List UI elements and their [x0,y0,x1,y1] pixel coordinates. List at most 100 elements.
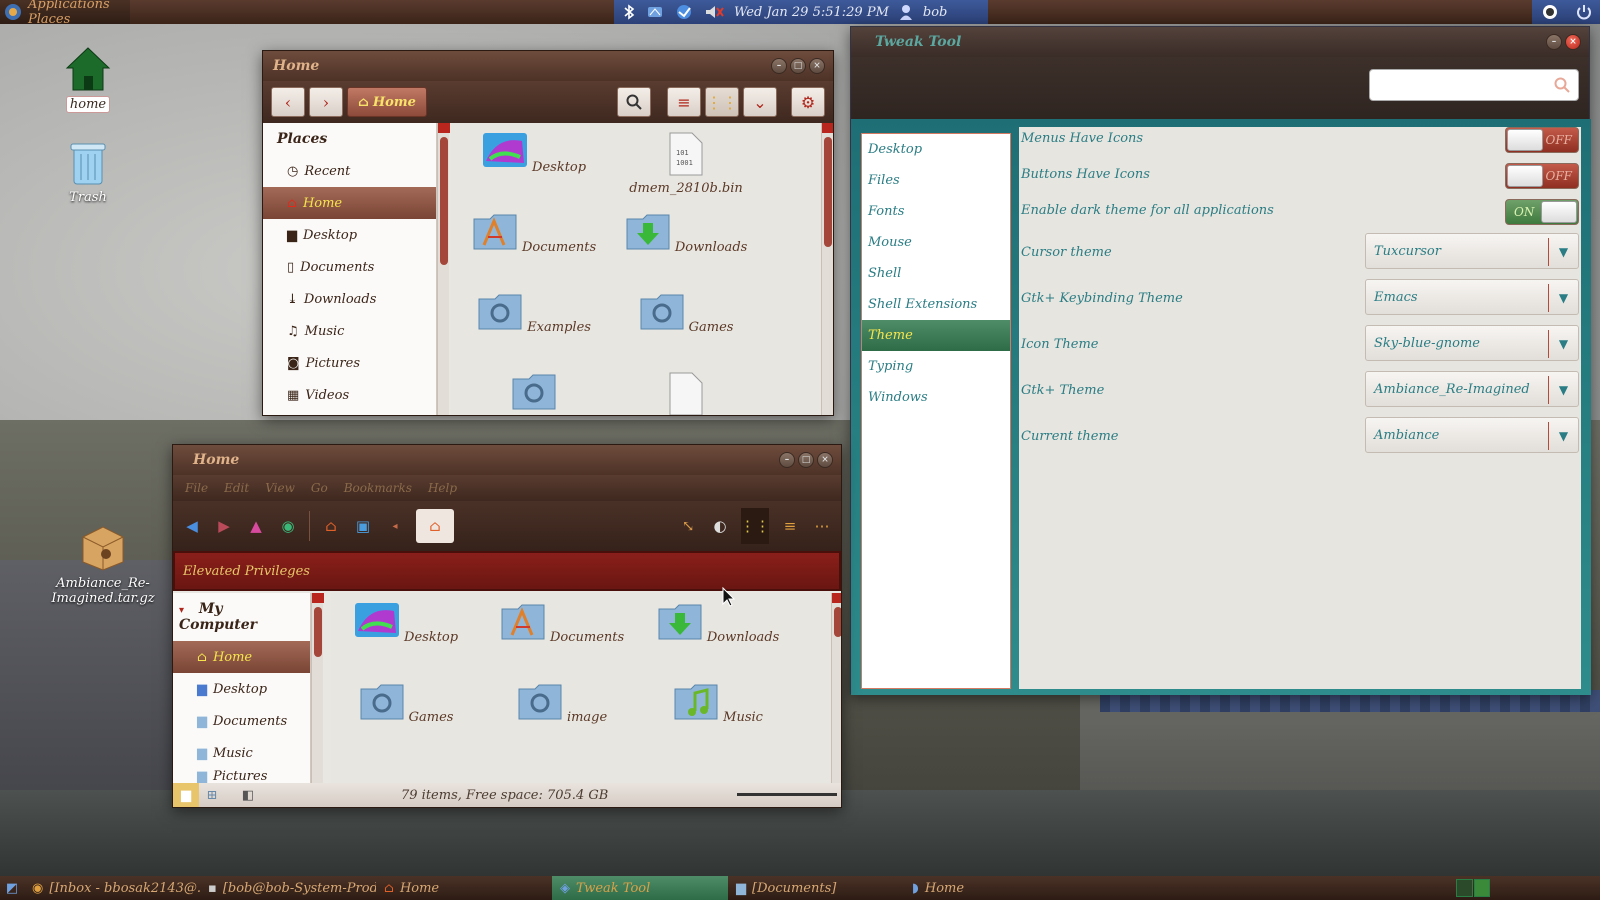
taskbar-item-active[interactable]: ◈ Tweak Tool [552,876,728,900]
sidebar-item-pictures[interactable]: ◙ Pictures [263,347,436,379]
minimize-button[interactable]: – [1546,34,1562,50]
sidebar-item-home[interactable]: ⌂ Home [263,187,436,219]
list-view-button[interactable]: ≡ [667,87,701,117]
gtk-theme-combo[interactable]: Ambiance_Re-Imagined ▼ [1365,371,1579,407]
icon-theme-combo[interactable]: Sky-blue-gnome ▼ [1365,325,1579,361]
file-item[interactable] [459,371,609,415]
file-item[interactable]: Games [331,681,481,725]
cursor-theme-combo[interactable]: Tuxcursor ▼ [1365,233,1579,269]
menu-go[interactable]: Go [311,481,328,495]
sidebar-item-videos[interactable]: ▦ Videos [263,379,436,411]
grid-view-button[interactable]: ⋮⋮ [705,87,739,117]
home-button[interactable]: ⌂ [320,515,342,537]
taskbar-item[interactable]: ▪ [bob@bob-System-Prod... [200,876,376,900]
sidebar-header[interactable]: ▾ My Computer [173,593,310,641]
up-button[interactable]: ▲ [245,515,267,537]
file-item[interactable]: Desktop [331,601,481,645]
file-item[interactable]: Games [611,291,761,335]
file-view-scrollbar[interactable] [831,593,841,785]
path-home-button[interactable]: ⌂ Home [347,87,427,117]
category-shell[interactable]: Shell [862,258,1010,289]
file-item[interactable]: Downloads [611,211,761,255]
menu-button[interactable]: ⚙ [791,87,825,117]
dark-theme-toggle[interactable]: ON [1505,199,1579,225]
forward-button[interactable]: ▶ [213,515,235,537]
icon-view-button[interactable]: ⋮⋮ [740,508,770,544]
menu-bookmarks[interactable]: Bookmarks [344,481,412,495]
zoom-slider[interactable] [737,793,837,796]
category-desktop[interactable]: Desktop [862,134,1010,165]
file-item[interactable]: Music [643,681,793,725]
taskbar-item[interactable]: ⌂ Home [376,876,552,900]
category-theme[interactable]: Theme [862,320,1010,351]
path-home-button[interactable]: ⌂ [416,509,454,543]
sidebar-item-documents[interactable]: ▯ Documents [263,251,436,283]
sidebar-toggle-icon[interactable]: ◧ [235,783,261,807]
buttons-icons-toggle[interactable]: OFF [1505,163,1579,189]
category-files[interactable]: Files [862,165,1010,196]
maximize-button[interactable]: □ [798,452,814,468]
search-field[interactable] [1369,69,1579,101]
close-button[interactable]: × [1565,34,1581,50]
file-item[interactable]: image [487,681,637,725]
back-button[interactable]: ‹ [271,87,305,117]
menu-view[interactable]: View [265,481,295,495]
taskbar-item[interactable]: ▆ [Documents] [728,876,904,900]
list-view-button[interactable]: ≡ [779,515,801,537]
sidebar-scrollbar[interactable] [437,123,450,415]
forward-button[interactable]: › [309,87,343,117]
workspace-switcher[interactable] [1456,879,1490,897]
file-item[interactable]: Desktop [459,131,609,175]
sidebar-item-home[interactable]: ⌂ Home [173,641,310,673]
sidebar-item-music[interactable]: ▆ Music [173,737,310,769]
current-theme-combo[interactable]: Ambiance ▼ [1365,417,1579,453]
sidebar-item-downloads[interactable]: ⤓ Downloads [263,283,436,315]
user-name[interactable]: bob [923,5,947,20]
computer-button[interactable]: ▣ [352,515,374,537]
category-windows[interactable]: Windows [862,382,1010,413]
caja-titlebar[interactable]: Home – □ × [173,445,841,475]
folder-icon[interactable]: ▆ [173,783,199,807]
close-button[interactable]: × [809,58,825,74]
minimize-button[interactable]: – [779,452,795,468]
sidebar-scrollbar[interactable] [311,593,324,785]
nautilus-titlebar[interactable]: Home – □ × [263,51,833,81]
menu-file[interactable]: File [185,481,208,495]
updates-icon[interactable] [674,4,694,20]
menu-help[interactable]: Help [428,481,457,495]
category-fonts[interactable]: Fonts [862,196,1010,227]
taskbar-item[interactable]: ◗ Home [904,876,1080,900]
sidebar-item-music[interactable]: ♫ Music [263,315,436,347]
desktop-icon-trash[interactable]: Trash [38,140,138,205]
tweak-titlebar[interactable]: Tweak Tool – × [851,27,1589,57]
keybinding-theme-combo[interactable]: Emacs ▼ [1365,279,1579,315]
show-desktop-icon[interactable]: ◩ [0,881,24,896]
category-mouse[interactable]: Mouse [862,227,1010,258]
file-item[interactable]: Examples [459,291,609,335]
desktop-icon-home[interactable]: home [38,46,138,113]
file-item[interactable]: Downloads [643,601,793,645]
chat-icon[interactable] [1541,4,1559,20]
bluetooth-icon[interactable] [622,4,636,20]
app-menu[interactable]: Applications Places [0,0,130,27]
sidebar-item-desktop[interactable]: ▆ Desktop [263,219,436,251]
back-button[interactable]: ◀ [181,515,203,537]
search-button[interactable] [617,87,651,117]
menus-icons-toggle[interactable]: OFF [1505,127,1579,153]
network-icon[interactable] [646,4,664,20]
file-item[interactable] [611,371,761,415]
category-shell-extensions[interactable]: Shell Extensions [862,289,1010,320]
view-options-button[interactable]: ⌄ [743,87,777,117]
volume-muted-icon[interactable] [704,4,724,20]
close-button[interactable]: × [817,452,833,468]
file-view-scrollbar[interactable] [821,123,833,415]
file-item[interactable]: Documents [487,601,637,645]
network-icon[interactable]: ◉ [277,515,299,537]
taskbar-item[interactable]: ◉ [Inbox - bbosak2143@... [24,876,200,900]
clock[interactable]: Wed Jan 29 5:51:29 PM [734,5,889,20]
category-typing[interactable]: Typing [862,351,1010,382]
sidebar-item-desktop[interactable]: ▆ Desktop [173,673,310,705]
maximize-button[interactable]: □ [790,58,806,74]
eye-icon[interactable]: ◐ [709,515,731,537]
sidebar-item-documents[interactable]: ▆ Documents [173,705,310,737]
